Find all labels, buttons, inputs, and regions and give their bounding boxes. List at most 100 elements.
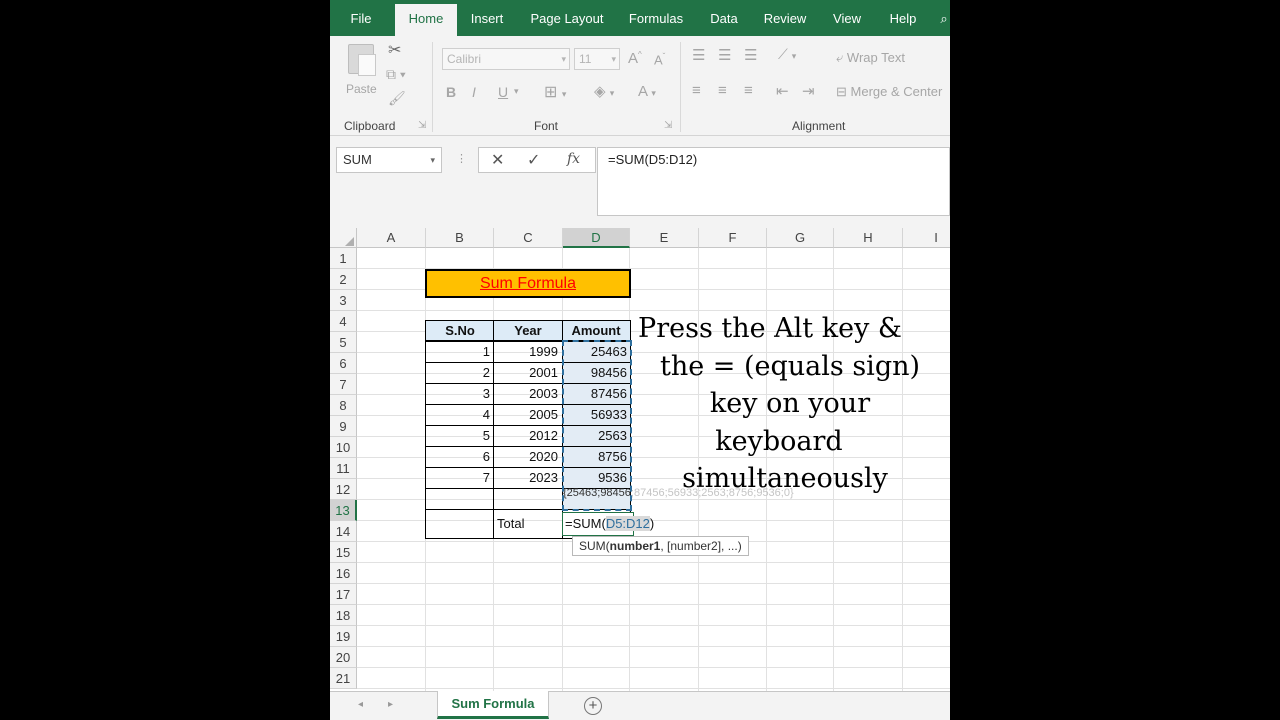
enter-icon[interactable]: ✓ [527,150,540,170]
clipboard-launcher-icon[interactable]: ⇲ [418,120,426,131]
cut-icon[interactable]: ✂ [388,40,401,60]
font-group-label: Font [534,119,559,133]
tooltip-function: SUM( [579,539,610,553]
caption-line: simultaneously [682,463,888,494]
wrap-text-icon: ⤶ [836,50,847,65]
column-header-a[interactable]: A [357,228,426,248]
underline-button[interactable]: U [498,84,508,100]
row-header-12[interactable]: 12 [330,479,357,500]
column-header-i[interactable]: I [903,228,950,248]
align-left-icon[interactable]: ≡ [692,82,701,99]
column-header-g[interactable]: G [767,228,834,248]
column-header-b[interactable]: B [426,228,494,248]
clipboard-group-label: Clipboard [344,119,396,133]
scroll-left-icon[interactable]: ◂ [358,699,363,710]
row-header-16[interactable]: 16 [330,563,357,584]
row-header-20[interactable]: 20 [330,647,357,668]
font-color-icon[interactable]: A ▾ [638,83,656,100]
column-header-h[interactable]: H [834,228,903,248]
shrink-font-icon[interactable]: Aˇ [654,52,665,67]
row-header-7[interactable]: 7 [330,374,357,395]
tab-help[interactable]: Help [882,0,924,36]
bottom-align-icon[interactable]: ☰ [744,46,757,64]
column-header-c[interactable]: C [494,228,563,248]
row-header-9[interactable]: 9 [330,416,357,437]
row-header-15[interactable]: 15 [330,542,357,563]
align-center-icon[interactable]: ≡ [718,82,727,99]
tab-view[interactable]: View [824,0,870,36]
wrap-text-button[interactable]: ⤶ Wrap Text [836,50,905,66]
editing-formula-suffix: ) [649,516,655,531]
row-header-17[interactable]: 17 [330,584,357,605]
column-header-f[interactable]: F [699,228,767,248]
row-header-4[interactable]: 4 [330,311,357,332]
increase-indent-icon[interactable]: ⇥ [802,82,815,100]
row-header-5[interactable]: 5 [330,332,357,353]
format-painter-icon[interactable]: 🖌 [388,90,406,107]
grid-row-line [357,562,950,563]
align-right-icon[interactable]: ≡ [744,82,753,99]
decrease-indent-icon[interactable]: ⇤ [776,82,789,100]
copy-icon[interactable]: ⧉ ▾ [386,66,406,83]
row-header-14[interactable]: 14 [330,521,357,542]
cancel-icon[interactable]: ✕ [491,150,504,170]
tooltip-args: , [number2], ...) [660,539,742,553]
tab-page-layout[interactable]: Page Layout [524,0,610,36]
name-box[interactable]: SUM ▾ [336,147,442,173]
merge-center-button[interactable]: ⊟ Merge & Center [836,84,942,100]
chevron-down-icon: ▾ [611,54,616,64]
row-header-3[interactable]: 3 [330,290,357,311]
middle-align-icon[interactable]: ☰ [718,46,731,64]
add-sheet-icon[interactable]: + [584,697,602,715]
row-header-21[interactable]: 21 [330,668,357,689]
row-header-13[interactable]: 13 [330,500,357,521]
column-header-e[interactable]: E [630,228,699,248]
paste-label: Paste [346,82,377,96]
formula-input[interactable]: =SUM(D5:D12) [597,147,950,216]
tab-home[interactable]: Home [395,4,457,36]
grid-row-line [357,625,950,626]
caption-line: Press the Alt key & [638,313,902,344]
top-align-icon[interactable]: ☰ [692,46,705,64]
row-header-1[interactable]: 1 [330,248,357,269]
column-header-d[interactable]: D [563,228,630,248]
tab-file[interactable]: File [336,0,386,36]
sheet-title-cell[interactable]: Sum Formula [425,269,631,298]
insert-function-icon[interactable]: fx [567,151,580,167]
tab-insert[interactable]: Insert [462,0,512,36]
tab-review[interactable]: Review [758,0,812,36]
tooltip-arg-current: number1 [609,539,661,553]
scroll-right-icon[interactable]: ▸ [388,699,393,710]
italic-button[interactable]: I [472,84,476,100]
grow-font-icon[interactable]: A^ [628,50,642,67]
formula-buttons: ✕ ✓ fx [478,147,596,173]
editing-formula[interactable]: =SUM(D5:D12) [565,513,654,534]
fill-color-icon[interactable]: ◈ ▾ [594,82,614,100]
grid-row-line [357,667,950,668]
sheet-tab-active[interactable]: Sum Formula [437,691,549,719]
alignment-group-label: Alignment [792,119,846,133]
paste-button[interactable]: Paste [344,42,380,100]
row-header-19[interactable]: 19 [330,626,357,647]
bold-button[interactable]: B [446,84,456,100]
function-tooltip[interactable]: SUM(number1, [number2], ...) [572,536,749,556]
row-header-6[interactable]: 6 [330,353,357,374]
font-size-value: 11 [579,52,592,66]
row-header-8[interactable]: 8 [330,395,357,416]
font-size-select[interactable]: 11 ▾ [574,48,620,70]
chevron-down-icon[interactable]: ▾ [514,86,519,97]
wrap-text-label: Wrap Text [846,50,905,65]
font-name-select[interactable]: Calibri ▾ [442,48,570,70]
search-icon[interactable]: ⌕ [938,0,950,36]
select-all-corner[interactable] [330,228,357,248]
row-header-10[interactable]: 10 [330,437,357,458]
row-header-18[interactable]: 18 [330,605,357,626]
tab-data[interactable]: Data [702,0,746,36]
borders-icon[interactable]: ⊞ ▾ [544,82,566,102]
row-header-11[interactable]: 11 [330,458,357,479]
tab-formulas[interactable]: Formulas [622,0,690,36]
caption-line: the = (equals sign) [659,350,921,382]
orientation-icon[interactable]: ⟋ ▾ [778,46,796,63]
row-header-2[interactable]: 2 [330,269,357,290]
font-launcher-icon[interactable]: ⇲ [664,120,672,131]
